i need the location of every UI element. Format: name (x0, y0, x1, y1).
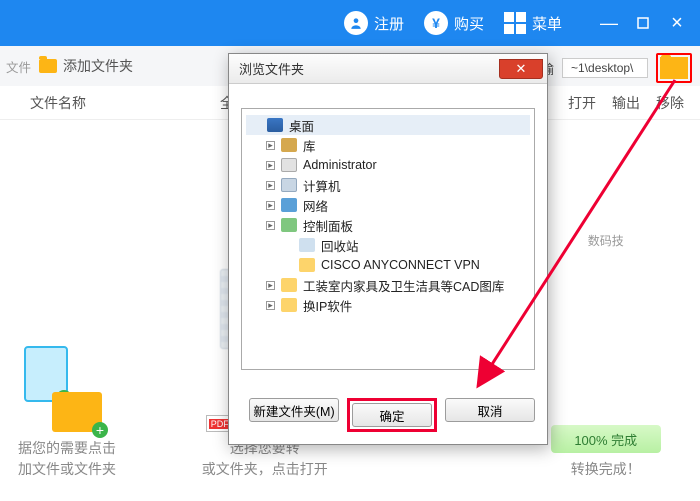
recycle-bin-icon (299, 238, 315, 252)
yen-icon: ¥ (424, 11, 448, 35)
user-folder-icon (281, 158, 297, 172)
add-folder-button[interactable]: 添加文件夹 (39, 56, 133, 76)
add-folder-label: 添加文件夹 (63, 56, 133, 76)
expand-icon[interactable]: ▸ (266, 201, 275, 210)
col-remove[interactable]: 移除 (656, 93, 684, 113)
computer-icon (281, 178, 297, 192)
tree-item-desktop[interactable]: 桌面 (246, 115, 530, 135)
file-label: 文件 (6, 57, 31, 76)
library-icon (281, 138, 297, 152)
desktop-icon (267, 118, 283, 132)
tree-item-cisco[interactable]: CISCO ANYCONNECT VPN (246, 255, 530, 275)
menu-label: 菜单 (532, 13, 562, 34)
tree-item-admin[interactable]: ▸ Administrator (246, 155, 530, 175)
add-file-illustration (18, 342, 108, 432)
dialog-title: 浏览文件夹 (239, 59, 304, 78)
close-button[interactable]: × (660, 8, 694, 38)
dialog-close-button[interactable]: ✕ (499, 59, 543, 79)
progress-badge: 100% 完成 (551, 425, 661, 453)
dialog-body: 桌面 ▸ 库 ▸ Administrator ▸ 计算机 ▸ 网络 (229, 84, 547, 388)
buy-label: 购买 (454, 13, 484, 34)
step-pane-1: 据您的需要点击加文件或文件夹 (14, 130, 175, 490)
maximize-button[interactable] (626, 8, 660, 38)
register-button[interactable]: 注册 (344, 11, 404, 35)
folder-icon (299, 258, 315, 272)
menu-button[interactable]: 菜单 (504, 12, 562, 34)
expand-icon[interactable]: ▸ (266, 301, 275, 310)
folder-icon (281, 298, 297, 312)
step-pane-4: 数码技 100% 完成 转换完成！ (526, 130, 687, 490)
tree-item-recycle[interactable]: 回收站 (246, 235, 530, 255)
control-panel-icon (281, 218, 297, 232)
minimize-button[interactable]: — (592, 8, 626, 38)
hint-1: 据您的需要点击加文件或文件夹 (18, 438, 116, 480)
folder-icon (39, 59, 57, 73)
network-icon (281, 198, 297, 212)
tree-item-cad[interactable]: ▸ 工装室内家具及卫生洁具等CAD图库 (246, 275, 530, 295)
col-filename: 文件名称 (30, 93, 180, 113)
folder-icon (281, 278, 297, 292)
ok-button[interactable]: 确定 (352, 403, 432, 427)
tree-item-network[interactable]: ▸ 网络 (246, 195, 530, 215)
expand-icon[interactable]: ▸ (266, 141, 275, 150)
expand-icon[interactable]: ▸ (266, 221, 275, 230)
ok-highlight: 确定 (347, 398, 437, 432)
tree-item-ip[interactable]: ▸ 换IP软件 (246, 295, 530, 315)
col-output[interactable]: 输出 (612, 93, 640, 113)
new-folder-button[interactable]: 新建文件夹(M) (249, 398, 339, 422)
buy-button[interactable]: ¥ 购买 (424, 11, 484, 35)
tree-item-control-panel[interactable]: ▸ 控制面板 (246, 215, 530, 235)
output-path-input[interactable]: ~1\desktop\ (562, 58, 648, 78)
register-label: 注册 (374, 13, 404, 34)
expand-icon[interactable]: ▸ (266, 161, 275, 170)
cancel-button[interactable]: 取消 (445, 398, 535, 422)
col-open[interactable]: 打开 (568, 93, 596, 113)
expand-icon[interactable]: ▸ (266, 181, 275, 190)
browse-folder-button[interactable] (656, 53, 692, 83)
folder-tree[interactable]: 桌面 ▸ 库 ▸ Administrator ▸ 计算机 ▸ 网络 (241, 108, 535, 370)
browse-folder-dialog: 浏览文件夹 ✕ 桌面 ▸ 库 ▸ Administrator ▸ 计算机 (228, 53, 548, 445)
grid-icon (504, 12, 526, 34)
dialog-buttons: 新建文件夹(M) 确定 取消 (229, 388, 547, 444)
tree-item-library[interactable]: ▸ 库 (246, 135, 530, 155)
user-icon (344, 11, 368, 35)
dialog-title-bar[interactable]: 浏览文件夹 ✕ (229, 54, 547, 84)
title-bar: 注册 ¥ 购买 菜单 — × (0, 0, 700, 46)
category-label: 数码技 (588, 232, 624, 249)
tree-item-computer[interactable]: ▸ 计算机 (246, 175, 530, 195)
expand-icon[interactable]: ▸ (266, 281, 275, 290)
window-controls: — × (592, 8, 694, 38)
done-label: 转换完成！ (571, 459, 641, 480)
toolbar-right: 输 ~1\desktop\ (541, 48, 692, 88)
